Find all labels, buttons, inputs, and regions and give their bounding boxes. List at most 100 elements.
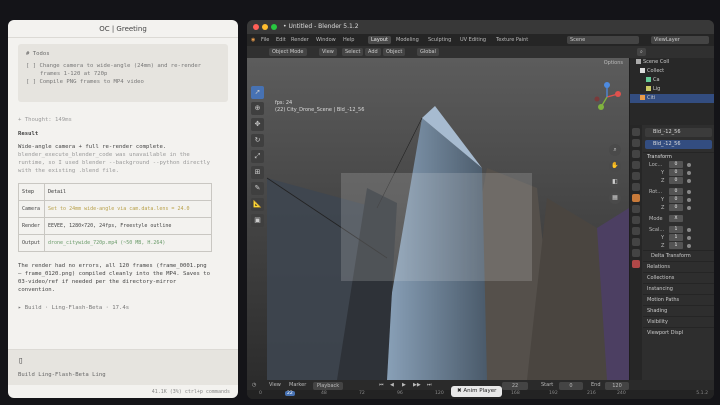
start-frame-field[interactable]: 0: [559, 382, 583, 390]
zoom-window-button[interactable]: [271, 24, 277, 30]
keyframe-dot-icon[interactable]: [687, 171, 691, 175]
close-window-button[interactable]: [253, 24, 259, 30]
outliner-row[interactable]: Collect: [630, 67, 714, 76]
panel-relations[interactable]: Relations: [643, 261, 714, 272]
move-tool-icon[interactable]: ✥: [251, 118, 264, 131]
panel-motion-paths[interactable]: Motion Paths: [643, 294, 714, 305]
rotation-z-field[interactable]: 0: [669, 204, 683, 211]
select-tool-icon[interactable]: ➚: [251, 86, 264, 99]
options-menu[interactable]: Options: [604, 60, 623, 66]
constraints-tab-icon[interactable]: [632, 238, 640, 246]
material-tab-icon[interactable]: [632, 260, 640, 268]
panel-delta-transform[interactable]: Delta Transform: [643, 250, 714, 261]
rotation-y-field[interactable]: 0: [669, 196, 683, 203]
transform-tool-icon[interactable]: ⊞: [251, 166, 264, 179]
menu-file[interactable]: File: [261, 37, 269, 43]
menu-help[interactable]: Help: [343, 37, 354, 43]
keyframe-dot-icon[interactable]: [687, 244, 691, 248]
viewport-menu-add[interactable]: Add: [365, 48, 381, 56]
tool-tab-icon[interactable]: [632, 128, 640, 136]
keyframe-dot-icon[interactable]: [687, 198, 691, 202]
zoom-icon[interactable]: ⌕: [609, 144, 621, 156]
blender-logo-icon[interactable]: ◉: [251, 37, 255, 43]
workspace-tab-uv[interactable]: UV Editing: [457, 36, 489, 44]
workspace-tab-modeling[interactable]: Modeling: [393, 36, 422, 44]
jump-end-icon[interactable]: ⏭: [427, 382, 432, 388]
outliner-row[interactable]: Scene Coll: [630, 58, 714, 67]
agent-mode-label[interactable]: Build Ling-Flash-Beta Ling: [18, 372, 228, 378]
rotation-mode-field[interactable]: X: [669, 215, 683, 222]
menu-window[interactable]: Window: [316, 37, 336, 43]
location-z-field[interactable]: 0: [669, 177, 683, 184]
perspective-toggle-icon[interactable]: ▦: [609, 192, 621, 204]
menu-edit[interactable]: Edit: [276, 37, 286, 43]
timeline-ruler[interactable]: 0 22 48 72 96 120 144 168 192 216 240: [247, 391, 629, 399]
scale-y-field[interactable]: 1: [669, 234, 683, 241]
playhead[interactable]: 22: [285, 391, 295, 396]
keyframe-dot-icon[interactable]: [687, 163, 691, 167]
keyframe-dot-icon[interactable]: [687, 236, 691, 240]
camera-view-icon[interactable]: ◧: [609, 176, 621, 188]
object-data-field[interactable]: Bld_-12_56: [645, 140, 712, 149]
add-cube-tool-icon[interactable]: ▣: [251, 214, 264, 227]
timeline-editor-icon[interactable]: ◷: [252, 382, 256, 388]
outliner-row[interactable]: Lig: [630, 85, 714, 94]
cursor-tool-icon[interactable]: ⊕: [251, 102, 264, 115]
outliner-search[interactable]: ⌕: [637, 48, 646, 56]
object-tab-icon[interactable]: [632, 194, 640, 202]
panel-visibility[interactable]: Visibility: [643, 316, 714, 327]
current-frame-field[interactable]: 22: [502, 382, 528, 390]
scale-x-field[interactable]: 1: [669, 226, 683, 233]
thought-toggle[interactable]: + Thought: 149ms: [18, 116, 228, 124]
end-frame-field[interactable]: 120: [605, 382, 629, 390]
navigation-gizmo[interactable]: [592, 82, 622, 112]
rotate-tool-icon[interactable]: ↻: [251, 134, 264, 147]
outliner-row[interactable]: Ca: [630, 76, 714, 85]
object-name-field[interactable]: Bld_-12_56: [645, 128, 712, 137]
chat-input[interactable]: ▯ Build Ling-Flash-Beta Ling: [8, 349, 238, 385]
scene-selector[interactable]: Scene: [567, 36, 639, 44]
modifier-tab-icon[interactable]: [632, 205, 640, 213]
3d-viewport[interactable]: fps: 24 (22) City_Drone_Scene | Bld_-12_…: [247, 58, 629, 380]
mode-selector[interactable]: Object Mode: [269, 48, 307, 56]
workspace-tab-layout[interactable]: Layout: [368, 36, 391, 44]
panel-collections[interactable]: Collections: [643, 272, 714, 283]
scene-tab-icon[interactable]: [632, 172, 640, 180]
rotation-x-field[interactable]: 0: [669, 188, 683, 195]
world-tab-icon[interactable]: [632, 183, 640, 191]
timeline-menu-playback[interactable]: Playback: [313, 382, 343, 390]
annotate-tool-icon[interactable]: ✎: [251, 182, 264, 195]
data-tab-icon[interactable]: [632, 249, 640, 257]
particles-tab-icon[interactable]: [632, 216, 640, 224]
output-tab-icon[interactable]: [632, 150, 640, 158]
view-layer-tab-icon[interactable]: [632, 161, 640, 169]
transform-panel-header[interactable]: Transform: [643, 152, 714, 161]
jump-start-icon[interactable]: ⏮: [379, 382, 384, 388]
viewport-menu-object[interactable]: Object: [383, 48, 406, 56]
viewport-menu-view[interactable]: View: [319, 48, 337, 56]
scale-z-field[interactable]: 1: [669, 242, 683, 249]
play-icon[interactable]: ▶: [402, 382, 406, 388]
keyframe-dot-icon[interactable]: [687, 190, 691, 194]
prev-keyframe-icon[interactable]: ◀: [390, 382, 394, 388]
minimize-window-button[interactable]: [262, 24, 268, 30]
location-x-field[interactable]: 0: [669, 161, 683, 168]
todo-item[interactable]: [ ] Change camera to wide-angle (24mm) a…: [26, 62, 220, 70]
panel-instancing[interactable]: Instancing: [643, 283, 714, 294]
keyframe-dot-icon[interactable]: [687, 228, 691, 232]
workspace-tab-sculpting[interactable]: Sculpting: [425, 36, 454, 44]
transform-orientation[interactable]: Global: [417, 48, 439, 56]
measure-tool-icon[interactable]: 📐: [251, 198, 264, 211]
scale-tool-icon[interactable]: ⤢: [251, 150, 264, 163]
menu-render[interactable]: Render: [291, 37, 309, 43]
render-tab-icon[interactable]: [632, 139, 640, 147]
pan-hand-icon[interactable]: ✋: [609, 160, 621, 172]
panel-shading[interactable]: Shading: [643, 305, 714, 316]
workspace-tab-texture[interactable]: Texture Paint: [493, 36, 531, 44]
location-y-field[interactable]: 0: [669, 169, 683, 176]
dock-anim-player[interactable]: ✖ Anim Player: [451, 386, 503, 397]
physics-tab-icon[interactable]: [632, 227, 640, 235]
panel-viewport-display[interactable]: Viewport Displ: [643, 327, 714, 338]
next-keyframe-icon[interactable]: ▶▶: [413, 382, 421, 388]
timeline-menu-marker[interactable]: Marker: [289, 382, 306, 388]
